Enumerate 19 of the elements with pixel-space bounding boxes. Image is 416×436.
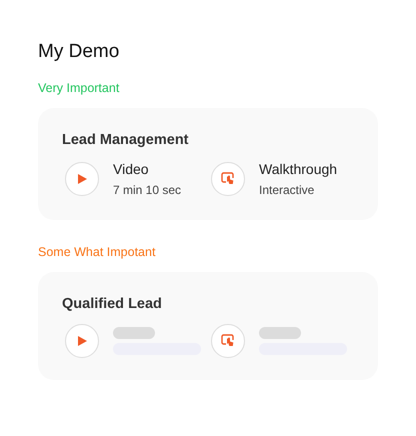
pointer-icon: [221, 172, 235, 186]
play-button[interactable]: [65, 162, 99, 196]
pointer-icon: [221, 334, 235, 348]
play-button[interactable]: [65, 324, 99, 358]
play-icon: [76, 173, 88, 185]
item-name: Video: [113, 160, 150, 178]
loading-placeholder: [259, 327, 301, 339]
item-detail: Interactive: [259, 182, 316, 198]
priority-label: Some What Impotant: [38, 244, 156, 260]
card-title: Qualified Lead: [62, 295, 163, 314]
walkthrough-button[interactable]: [211, 324, 245, 358]
item-name: Walkthrough: [259, 160, 338, 178]
item-detail: 7 min 10 sec: [113, 182, 182, 198]
loading-placeholder: [113, 327, 155, 339]
card-title: Lead Management: [62, 131, 190, 150]
play-icon: [76, 335, 88, 347]
page-title: My Demo: [38, 40, 120, 64]
priority-label: Very Important: [38, 80, 120, 96]
walkthrough-button[interactable]: [211, 162, 245, 196]
